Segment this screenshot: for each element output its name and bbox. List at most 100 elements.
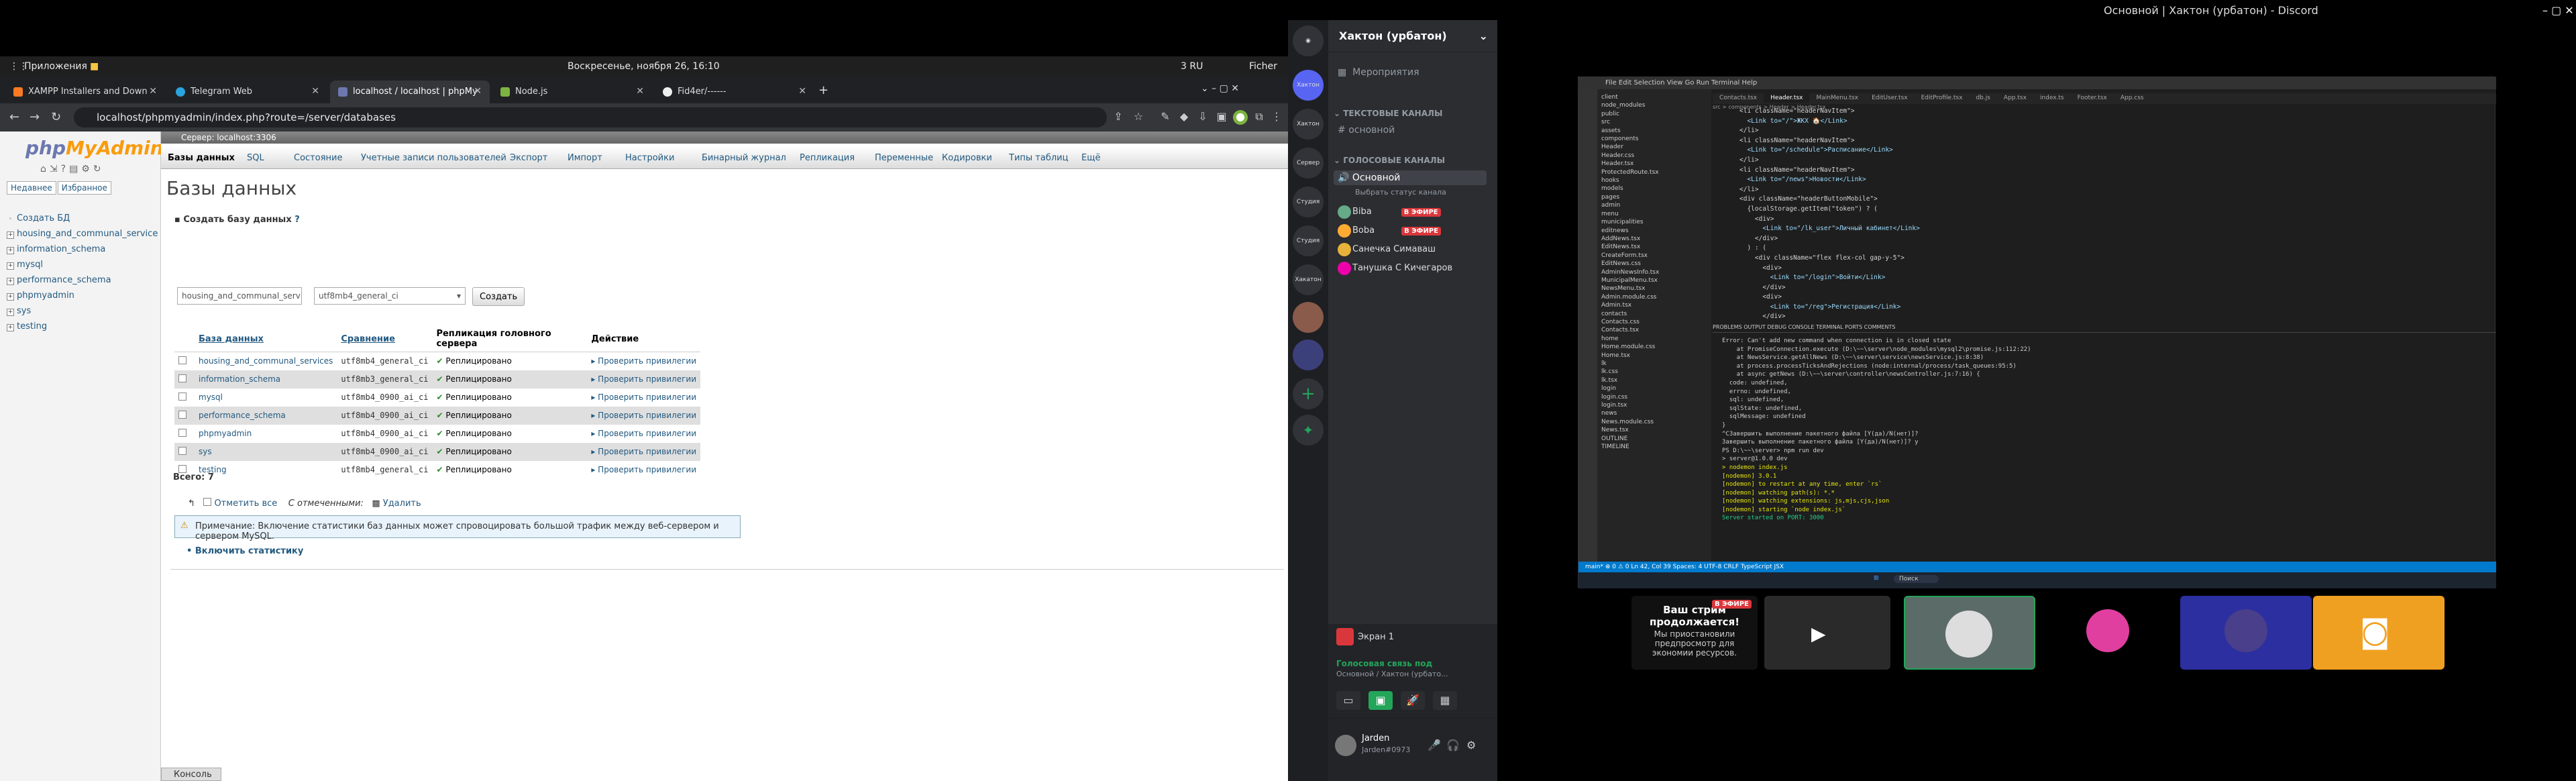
file-tree-item[interactable]: models: [1601, 185, 1711, 193]
file-tree-item[interactable]: node_modules: [1601, 101, 1711, 109]
file-tree-item[interactable]: editnews: [1601, 227, 1711, 235]
file-tree-item[interactable]: admin: [1601, 201, 1711, 209]
editor-tab[interactable]: App.tsx: [1997, 93, 2033, 103]
tab-recent[interactable]: Недавнее: [7, 181, 56, 195]
file-tree-item[interactable]: Admin.tsx: [1601, 301, 1711, 309]
voice-user[interactable]: Санечка Симаваш: [1352, 244, 1436, 254]
file-tree-item[interactable]: lk: [1601, 360, 1711, 368]
tray-indicators[interactable]: 3 RU: [1181, 61, 1203, 72]
file-tree-item[interactable]: Contacts.tsx: [1601, 326, 1711, 334]
camera-icon[interactable]: ▭: [1336, 691, 1360, 710]
create-button[interactable]: Создать: [472, 287, 525, 306]
headphones-icon[interactable]: 🎧: [1446, 739, 1460, 751]
editor-tab[interactable]: db.js: [1969, 93, 1996, 103]
check-privileges-link[interactable]: Проверить привилегии: [598, 356, 696, 366]
voice-channel[interactable]: 🔊 Основной: [1334, 170, 1487, 185]
menu-kebab-icon[interactable]: ⋮: [1269, 110, 1284, 125]
check-privileges-link[interactable]: Проверить привилегии: [598, 465, 696, 474]
col-database[interactable]: База данных: [195, 326, 337, 352]
tab-favorites[interactable]: Избранное: [57, 181, 111, 195]
close-icon[interactable]: ✕: [798, 86, 806, 97]
row-checkbox[interactable]: [178, 374, 186, 382]
clock[interactable]: Воскресенье, ноября 26, 16:10: [568, 61, 720, 72]
file-tree-item[interactable]: Admin.module.css: [1601, 293, 1711, 301]
help-icon[interactable]: ?: [61, 164, 69, 174]
close-icon[interactable]: ✕: [474, 86, 482, 97]
collation-select[interactable]: utf8mb4_general_ci ▾: [314, 287, 466, 305]
file-tree-item[interactable]: Home.tsx: [1601, 352, 1711, 360]
editor-tab[interactable]: Contacts.tsx: [1713, 93, 1764, 103]
phpmyadmin-logo[interactable]: phpMyAdmin: [25, 137, 164, 159]
activity-icon[interactable]: 🚀: [1401, 691, 1425, 710]
check-all-checkbox[interactable]: [203, 498, 212, 506]
file-tree-item[interactable]: Header.css: [1601, 152, 1711, 160]
screen-share-icon[interactable]: ▣: [1368, 691, 1393, 710]
profile-avatar[interactable]: ●: [1233, 110, 1248, 125]
file-tree-item[interactable]: EditNews.tsx: [1601, 243, 1711, 251]
file-tree-item[interactable]: assets: [1601, 127, 1711, 135]
events-link[interactable]: ▦ Мероприятия: [1338, 67, 1419, 78]
file-tree-item[interactable]: ProtectedRoute.tsx: [1601, 168, 1711, 176]
tree-item[interactable]: + sys: [7, 303, 158, 319]
menu-replication[interactable]: Репликация: [800, 153, 855, 163]
url-field[interactable]: localhost/phpmyadmin/index.php?route=/se…: [74, 107, 1107, 127]
voice-user[interactable]: Biba В ЭФИРЕ: [1352, 207, 1441, 217]
soundboard-icon[interactable]: ▦: [1433, 691, 1457, 710]
menu-databases[interactable]: Базы данных: [168, 153, 235, 163]
menu-user-accounts[interactable]: Учетные записи пользователей: [361, 153, 506, 163]
close-icon[interactable]: ✕: [149, 86, 157, 97]
home-icon[interactable]: ⌂: [40, 164, 50, 174]
file-tree-item[interactable]: EditNews.css: [1601, 260, 1711, 268]
editor-tab[interactable]: index.ts: [2033, 93, 2071, 103]
editor-tab[interactable]: EditProfile.tsx: [1915, 93, 1970, 103]
file-tree-item[interactable]: AddNews.tsx: [1601, 235, 1711, 243]
file-tree-item[interactable]: hooks: [1601, 176, 1711, 185]
mic-icon[interactable]: 🎤: [1428, 739, 1441, 751]
user-tile[interactable]: ◙: [2313, 596, 2445, 670]
server-icon[interactable]: Студия: [1293, 187, 1324, 217]
server-avatar[interactable]: [1293, 340, 1324, 370]
server-icon[interactable]: Сервер: [1293, 148, 1324, 178]
file-tree-item[interactable]: src: [1601, 118, 1711, 126]
db-name-link[interactable]: mysql: [199, 393, 223, 402]
user-tile[interactable]: [2042, 596, 2174, 670]
file-tree-item[interactable]: CreateForm.tsx: [1601, 252, 1711, 260]
explore-icon[interactable]: ✦: [1293, 415, 1324, 446]
menu-engines[interactable]: Типы таблиц: [1009, 153, 1068, 163]
row-checkbox[interactable]: [178, 410, 186, 419]
tab-github[interactable]: Fid4er/------ ✕: [655, 81, 814, 103]
voice-status[interactable]: Голосовая связь под: [1336, 659, 1432, 668]
window-controls-icon[interactable]: – ▢ ✕: [2542, 4, 2574, 17]
file-tree-item[interactable]: News.tsx: [1601, 426, 1711, 434]
voice-user[interactable]: Танушка С Кичегаров: [1352, 263, 1452, 273]
folder-icon[interactable]: ■: [90, 61, 99, 72]
tree-item[interactable]: + information_schema: [7, 242, 158, 257]
menu-charsets[interactable]: Кодировки: [942, 153, 992, 163]
delete-link[interactable]: Удалить: [383, 499, 421, 509]
extensions-icon[interactable]: ⧉: [1252, 110, 1267, 125]
file-tree-item[interactable]: pages: [1601, 193, 1711, 201]
server-icon[interactable]: Хактон: [1293, 70, 1324, 101]
voice-user[interactable]: Boba В ЭФИРЕ: [1352, 225, 1441, 236]
menu-sql[interactable]: SQL: [247, 153, 264, 163]
back-icon[interactable]: ←: [9, 110, 19, 124]
menu-import[interactable]: Импорт: [568, 153, 602, 163]
file-tree-item[interactable]: Contacts.css: [1601, 318, 1711, 326]
server-breadcrumb[interactable]: Сервер: localhost:3306: [161, 132, 1288, 144]
channel-status-hint[interactable]: Выбрать статус канала: [1355, 188, 1446, 197]
file-tree-item[interactable]: home: [1601, 335, 1711, 343]
user-tile-speaking[interactable]: [1904, 596, 2035, 670]
stream-tile[interactable]: ▶: [1764, 596, 1890, 670]
forward-icon[interactable]: →: [30, 110, 40, 124]
file-tree-item[interactable]: components: [1601, 135, 1711, 143]
tree-item[interactable]: + performance_schema: [7, 272, 158, 288]
file-tree-item[interactable]: Header.tsx: [1601, 160, 1711, 168]
menu-variables[interactable]: Переменные: [875, 153, 933, 163]
server-avatar[interactable]: [1293, 302, 1324, 333]
server-header[interactable]: Хактон (урбатон) ⌄: [1328, 20, 1497, 52]
tree-item[interactable]: + housing_and_communal_service: [7, 226, 158, 242]
check-privileges-link[interactable]: Проверить привилегии: [598, 447, 696, 456]
tree-item-create-db[interactable]: ◦ Создать БД: [7, 211, 158, 226]
db-name-link[interactable]: performance_schema: [199, 411, 286, 420]
menu-status[interactable]: Состояние: [294, 153, 342, 163]
